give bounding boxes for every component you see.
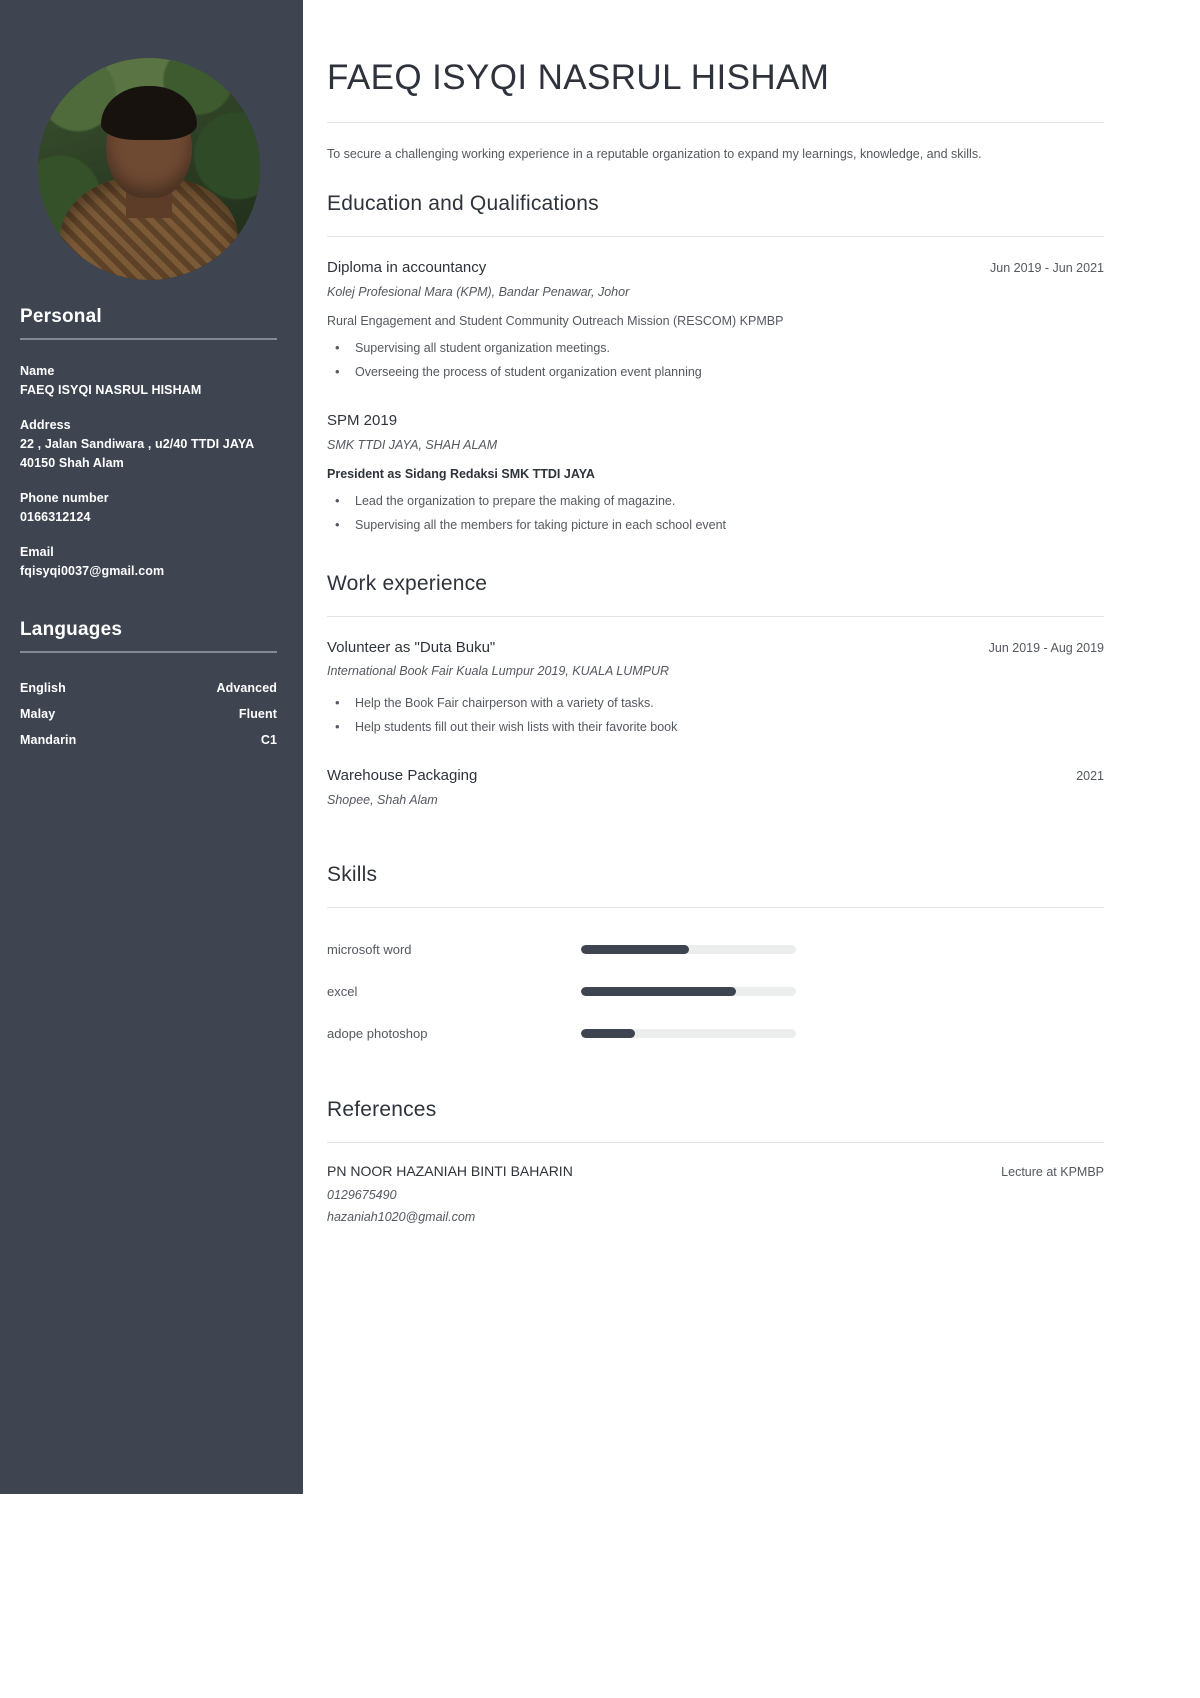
languages-section: Languages English Advanced Malay Fluent … (20, 619, 277, 753)
list-item: Supervising all the members for taking p… (327, 512, 1104, 538)
field-label: Name (20, 364, 55, 378)
personal-field-name: Name FAEQ ISYQI NASRUL HISHAM (20, 362, 277, 399)
skill-progress-track (581, 1028, 796, 1038)
language-name: Mandarin (20, 733, 77, 748)
avatar-container (20, 58, 277, 280)
language-name: English (20, 681, 66, 696)
language-level: C1 (260, 733, 277, 748)
entry-date: 2021 (1076, 769, 1104, 784)
language-name: Malay (20, 707, 56, 722)
entry-title: Warehouse Packaging (327, 767, 478, 785)
reference-entry: PN NOOR HAZANIAH BINTI BAHARIN Lecture a… (327, 1163, 1104, 1229)
entry-date: Jun 2019 - Jun 2021 (990, 261, 1104, 276)
personal-heading: Personal (20, 306, 102, 327)
languages-divider (20, 651, 277, 654)
skill-row: microsoft word (327, 928, 1104, 970)
main-content: FAEQ ISYQI NASRUL HISHAM To secure a cha… (303, 0, 1200, 1698)
entry-organization: International Book Fair Kuala Lumpur 201… (327, 664, 670, 679)
education-entry: SPM 2019 SMK TTDI JAYA, SHAH ALAM Presid… (327, 410, 1104, 538)
field-value: 0166312124 (20, 509, 91, 524)
entry-bullets: Supervising all student organization mee… (327, 335, 1104, 385)
entry-header: Warehouse Packaging 2021 (327, 765, 1104, 788)
list-item: Overseeing the process of student organi… (327, 359, 1104, 385)
work-entry: Warehouse Packaging 2021 Shopee, Shah Al… (327, 765, 1104, 811)
skills-divider (327, 907, 1104, 909)
skill-progress-track (581, 944, 796, 954)
field-label: Address (20, 418, 71, 433)
title-divider (327, 122, 1104, 123)
personal-section: Personal Name FAEQ ISYQI NASRUL HISHAM A… (20, 306, 277, 580)
skill-progress-fill (581, 986, 736, 996)
entry-title: Volunteer as "Duta Buku" (327, 638, 496, 656)
entry-header: Volunteer as "Duta Buku" Jun 2019 - Aug … (327, 637, 1104, 660)
reference-email: hazaniah1020@gmail.com (327, 1210, 476, 1225)
skill-progress-fill (581, 1028, 635, 1038)
skill-name: microsoft word (327, 941, 412, 957)
reference-header: PN NOOR HAZANIAH BINTI BAHARIN Lecture a… (327, 1163, 1104, 1179)
skill-name: excel (327, 983, 358, 999)
personal-divider (20, 338, 277, 340)
list-item: Lead the organization to prepare the mak… (327, 488, 1104, 514)
list-item: Supervising all student organization mee… (327, 335, 1104, 361)
field-label: Phone number (20, 490, 109, 505)
education-divider (327, 236, 1104, 238)
references-heading: References (327, 1098, 437, 1122)
field-value: 22 , Jalan Sandiwara , u2/40 TTDI JAYA 4… (20, 437, 255, 470)
entry-header: SPM 2019 (327, 410, 1104, 433)
work-entry: Volunteer as "Duta Buku" Jun 2019 - Aug … (327, 637, 1104, 740)
skill-row: excel (327, 970, 1104, 1012)
skills-heading: Skills (327, 863, 378, 887)
language-row-mandarin: Mandarin C1 (20, 727, 277, 753)
language-row-english: English Advanced (20, 675, 277, 701)
entry-date: Jun 2019 - Aug 2019 (988, 640, 1104, 655)
skill-progress-fill (581, 944, 689, 954)
page-title: FAEQ ISYQI NASRUL HISHAM (327, 58, 830, 97)
language-row-malay: Malay Fluent (20, 701, 277, 727)
skill-progress-track (581, 986, 796, 996)
education-heading: Education and Qualifications (327, 192, 599, 216)
sidebar: Personal Name FAEQ ISYQI NASRUL HISHAM A… (0, 0, 303, 1494)
entry-title: Diploma in accountancy (327, 259, 487, 277)
entry-subtitle: Rural Engagement and Student Community O… (327, 314, 784, 329)
reference-role: Lecture at KPMBP (1001, 1165, 1104, 1180)
personal-field-email: Email fqisyqi0037@gmail.com (20, 543, 277, 580)
field-label: Email (20, 544, 54, 559)
avatar (37, 58, 260, 280)
language-level: Fluent (238, 707, 277, 722)
language-level: Advanced (216, 681, 277, 696)
entry-header: Diploma in accountancy Jun 2019 - Jun 20… (327, 257, 1104, 280)
entry-bullets: Lead the organization to prepare the mak… (327, 488, 1104, 538)
entry-organization: Shopee, Shah Alam (327, 792, 438, 807)
skills-list: microsoft word excel adope photoshop (327, 928, 1104, 1054)
entry-title: SPM 2019 (327, 412, 398, 430)
entry-subtitle: President as Sidang Redaksi SMK TTDI JAY… (327, 467, 595, 482)
personal-field-address: Address 22 , Jalan Sandiwara , u2/40 TTD… (20, 416, 277, 471)
entry-organization: SMK TTDI JAYA, SHAH ALAM (327, 437, 498, 452)
reference-phone: 0129675490 (327, 1188, 397, 1203)
work-divider (327, 615, 1104, 617)
resume-page: Personal Name FAEQ ISYQI NASRUL HISHAM A… (0, 0, 1200, 1698)
field-value: fqisyqi0037@gmail.com (20, 564, 165, 578)
education-entry: Diploma in accountancy Jun 2019 - Jun 20… (327, 257, 1104, 385)
skill-name: adope photoshop (327, 1025, 428, 1041)
entry-organization: Kolej Profesional Mara (KPM), Bandar Pen… (327, 284, 630, 299)
entry-bullets: Help the Book Fair chairperson with a va… (327, 690, 1104, 740)
field-value: FAEQ ISYQI NASRUL HISHAM (20, 383, 202, 398)
skill-row: adope photoshop (327, 1012, 1104, 1054)
work-heading: Work experience (327, 571, 488, 595)
reference-name: PN NOOR HAZANIAH BINTI BAHARIN (327, 1163, 573, 1180)
languages-heading: Languages (20, 619, 123, 641)
list-item: Help students fill out their wish lists … (327, 714, 1104, 740)
summary-text: To secure a challenging working experien… (327, 147, 982, 161)
personal-field-phone: Phone number 0166312124 (20, 489, 277, 526)
references-divider (327, 1142, 1104, 1144)
list-item: Help the Book Fair chairperson with a va… (327, 690, 1104, 716)
